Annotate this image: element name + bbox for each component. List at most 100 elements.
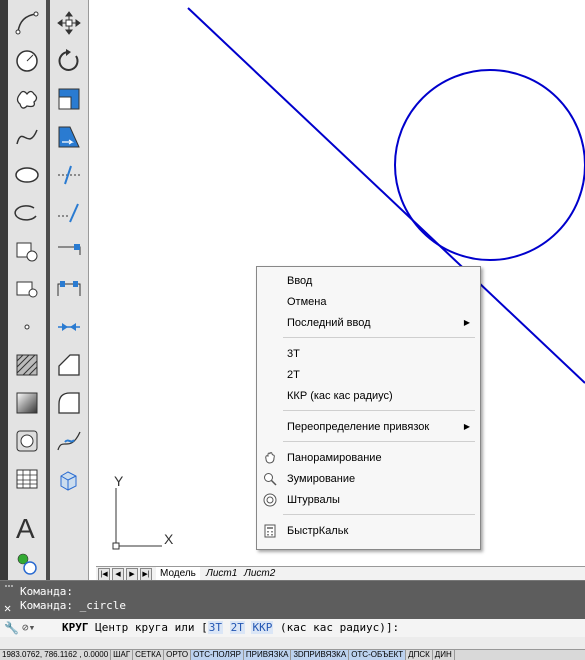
fillet-tool-button[interactable] xyxy=(54,388,84,418)
prompt-command-name: КРУГ xyxy=(62,621,89,634)
break-tool-button[interactable] xyxy=(54,274,84,304)
add-selected-tool-button[interactable] xyxy=(12,548,42,578)
steering-wheel-icon xyxy=(263,493,277,507)
drawn-circle xyxy=(394,69,585,261)
menu-item-3p[interactable]: 3Т xyxy=(257,344,480,364)
option-ttr-desc: (кас кас радиус) xyxy=(279,621,386,634)
wrench-icon[interactable]: 🔧 xyxy=(4,619,19,637)
calculator-icon xyxy=(264,524,276,538)
ellipse-tool-button[interactable] xyxy=(12,160,42,190)
menu-item-ttr[interactable]: ККР (кас кас радиус) xyxy=(257,386,480,406)
command-line-window: ✕ Команда: Команда: _circle 🔧 ⊘▾ КРУГ Це… xyxy=(0,580,585,650)
region-tool-button[interactable] xyxy=(12,426,42,456)
gradient-tool-button[interactable] xyxy=(12,388,42,418)
scale-icon xyxy=(58,88,80,110)
table-tool-button[interactable] xyxy=(12,464,42,494)
table-icon xyxy=(16,469,38,489)
option-3p[interactable]: 3Т xyxy=(207,621,223,634)
grip-handle[interactable] xyxy=(5,585,13,593)
history-line: Команда: xyxy=(20,585,73,598)
scale-tool-button[interactable] xyxy=(54,84,84,114)
move-icon xyxy=(57,11,81,35)
svg-text:A: A xyxy=(16,513,35,542)
ucs-icon xyxy=(112,488,162,550)
move-tool-button[interactable] xyxy=(54,8,84,38)
prompt-text: Центр круга или [ xyxy=(95,621,208,634)
menu-separator xyxy=(283,337,475,338)
tab-model[interactable]: Модель xyxy=(156,567,200,581)
point-tool-button[interactable] xyxy=(12,312,42,342)
stretch-tool-button[interactable] xyxy=(54,122,84,152)
ellipse-arc-icon xyxy=(14,205,37,221)
insert-block-icon xyxy=(16,242,38,262)
menu-item-quickcalc[interactable]: БыстрКальк xyxy=(257,521,480,541)
ellipse-icon xyxy=(15,167,39,183)
option-2p[interactable]: 2Т xyxy=(229,621,245,634)
option-ttr[interactable]: ККР xyxy=(251,621,274,634)
revcloud-icon xyxy=(16,90,38,109)
menu-item-pan[interactable]: Панорамирование xyxy=(257,448,480,468)
zoom-icon xyxy=(264,473,277,486)
close-icon[interactable]: ✕ xyxy=(4,601,11,615)
ucs-y-label: Y xyxy=(114,473,124,489)
region-icon xyxy=(16,430,38,452)
3d-array-icon xyxy=(60,471,77,491)
chamfer-icon xyxy=(58,354,80,376)
mtext-tool-button[interactable]: A xyxy=(12,508,42,544)
menu-item-2p[interactable]: 2Т xyxy=(257,365,480,385)
stretch-icon xyxy=(58,126,80,148)
menu-item-cancel[interactable]: Отмена xyxy=(257,292,480,312)
break-at-point-tool-button[interactable] xyxy=(54,236,84,266)
circle-tool-button[interactable] xyxy=(12,46,42,76)
make-block-icon xyxy=(16,281,38,298)
menu-separator xyxy=(283,441,475,442)
command-history: ✕ Команда: Команда: _circle xyxy=(0,581,585,619)
menu-item-steering-wheels[interactable]: Штурвалы xyxy=(257,490,480,510)
circle-icon xyxy=(16,50,38,72)
modify-toolbar xyxy=(50,0,89,580)
context-menu: Ввод Отмена Последний ввод ▶ 3Т 2Т ККР (к… xyxy=(256,266,481,550)
break-icon xyxy=(57,281,81,296)
join-tool-button[interactable] xyxy=(54,312,84,342)
revcloud-tool-button[interactable] xyxy=(12,84,42,114)
tab-sheet1[interactable]: Лист1 xyxy=(202,567,241,580)
prompt-end: ]: xyxy=(385,621,400,634)
hatch-tool-button[interactable] xyxy=(12,350,42,380)
trim-icon xyxy=(58,165,80,185)
make-block-tool-button[interactable] xyxy=(12,274,42,304)
blend-curves-tool-button[interactable] xyxy=(54,426,84,456)
circle-command-icon: ⊘▾ xyxy=(22,621,36,634)
arc-tool-button[interactable] xyxy=(12,8,42,38)
menu-item-recent-input[interactable]: Последний ввод ▶ xyxy=(257,313,480,333)
pan-hand-icon xyxy=(265,452,275,464)
rotate-tool-button[interactable] xyxy=(54,46,84,76)
ellipse-arc-tool-button[interactable] xyxy=(12,198,42,228)
extend-icon xyxy=(58,203,79,223)
join-icon xyxy=(58,323,80,331)
hatch-icon xyxy=(16,354,38,376)
insert-block-tool-button[interactable] xyxy=(12,236,42,266)
menu-separator xyxy=(283,410,475,411)
mtext-icon: A xyxy=(16,513,35,542)
history-line: Команда: _circle xyxy=(20,599,126,612)
rotate-icon xyxy=(58,49,79,71)
spline-tool-button[interactable] xyxy=(12,122,42,152)
menu-item-snap-overrides[interactable]: Переопределение привязок ▶ xyxy=(257,417,480,437)
tab-sheet2[interactable]: Лист2 xyxy=(240,567,279,580)
trim-tool-button[interactable] xyxy=(54,160,84,190)
menu-item-zoom[interactable]: Зумирование xyxy=(257,469,480,489)
gradient-icon xyxy=(16,392,38,414)
extend-tool-button[interactable] xyxy=(54,198,84,228)
command-input[interactable]: 🔧 ⊘▾ КРУГ Центр круга или [3Т 2Т ККР (ка… xyxy=(0,619,585,637)
submenu-arrow-icon: ▶ xyxy=(463,318,470,327)
menu-item-enter[interactable]: Ввод xyxy=(257,271,480,291)
3d-array-tool-button[interactable] xyxy=(54,464,84,494)
status-bar: 1983.0762, 786.1162 , 0.0000 ШАГ СЕТКА ОРТО… xyxy=(0,649,585,660)
fillet-icon xyxy=(58,392,80,414)
blend-curves-icon xyxy=(57,431,81,451)
ucs-x-label: X xyxy=(164,531,174,547)
layout-tabs-bar: |◀ ◀ ▶ ▶| Модель Лист1 Лист2 xyxy=(96,566,585,581)
left-dock-edge xyxy=(0,0,8,580)
chamfer-tool-button[interactable] xyxy=(54,350,84,380)
break-at-point-icon xyxy=(58,244,81,255)
